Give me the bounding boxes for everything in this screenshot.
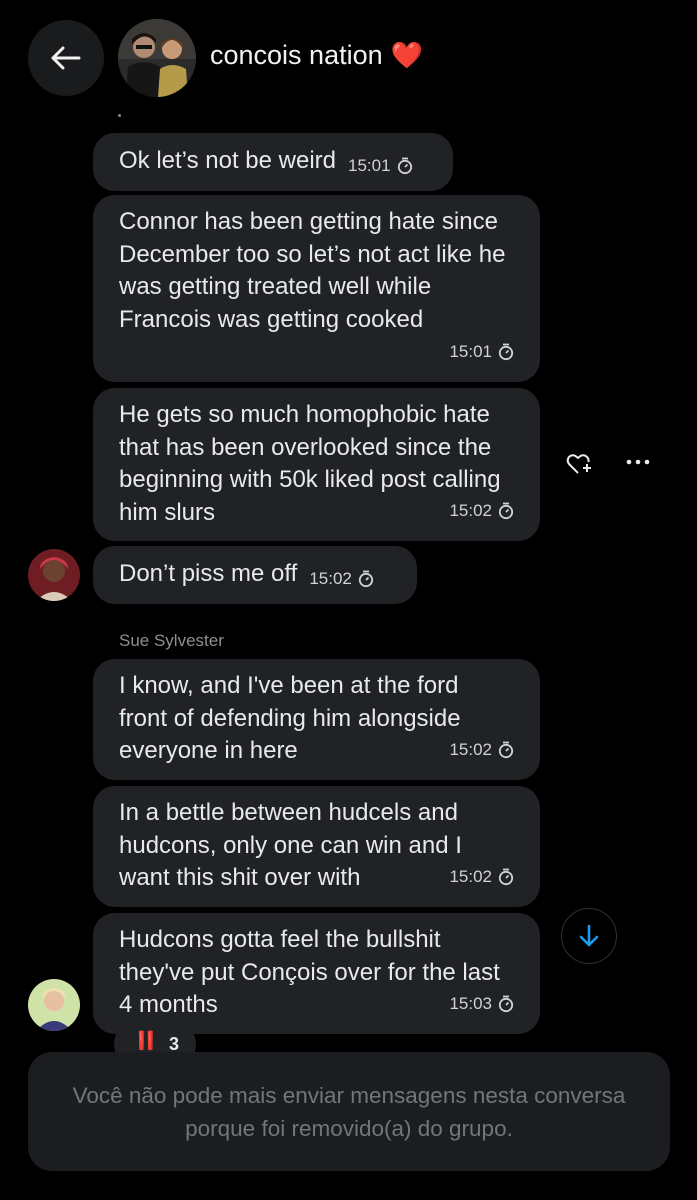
timer-icon [397,157,413,175]
message-bubble[interactable]: Ok let’s not be weird 15:01 [93,133,453,191]
message-time: 15:01 [348,156,391,175]
group-avatar-image [118,19,196,97]
message-meta: 15:01 [449,336,514,369]
sender-name: Sue Sylvester [119,631,224,650]
message-time: 15:02 [449,739,492,759]
sender-avatar-image [28,549,80,601]
message-meta: 15:01 [348,150,413,183]
message-bubble[interactable]: In a bettle between hudcels and hudcons,… [93,786,540,907]
message-time: 15:02 [449,866,492,886]
message-time: 15:02 [309,569,352,588]
message-text: I know, and I've been at the ford front … [119,672,461,764]
sender-avatar[interactable] [28,979,80,1031]
group-title[interactable]: concois nation ❤️ [210,40,423,71]
arrow-down-icon [579,924,599,947]
message-text: Connor has been getting hate since Decem… [119,208,506,333]
timer-icon [498,868,514,886]
sender-avatar[interactable] [28,549,80,601]
timer-icon [498,343,514,361]
message-bubble[interactable]: Hudcons gotta feel the bullshit they've … [93,913,540,1034]
heart-emoji: ❤️ [390,40,423,70]
message-bubble[interactable]: Connor has been getting hate since Decem… [93,195,540,382]
message-bubble[interactable]: Don’t piss me off 15:02 [93,546,417,604]
removed-from-group-notice: Você não pode mais enviar mensagens nest… [28,1052,670,1171]
back-button[interactable] [28,20,104,96]
message-text: In a bettle between hudcels and hudcons,… [119,799,462,891]
message-text: Hudcons gotta feel the bullshit they've … [119,926,500,1018]
timer-icon [498,995,514,1013]
more-options-button[interactable] [626,452,650,477]
message-meta: 15:02 [449,734,514,767]
message-meta: 15:02 [309,563,374,596]
sender-avatar-image [28,979,80,1031]
group-avatar[interactable] [118,19,196,97]
scroll-down-button[interactable] [561,908,617,964]
message-bubble[interactable]: I know, and I've been at the ford front … [93,659,540,780]
message-bubble[interactable]: He gets so much homophobic hate that has… [93,388,540,541]
message-text: Don’t piss me off [119,560,298,587]
message-time: 15:03 [449,993,492,1013]
notice-text: Você não pode mais enviar mensagens nest… [72,1082,626,1141]
message-time: 15:01 [449,341,492,361]
chat-header: concois nation ❤️ [0,0,697,110]
divider-dot [118,114,121,117]
message-text: Ok let’s not be weird [119,147,336,174]
timer-icon [358,570,374,588]
group-title-text: concois nation [210,40,383,70]
heart-plus-icon [566,454,591,474]
timer-icon [498,502,514,520]
message-meta: 15:02 [449,495,514,528]
arrow-left-icon [51,46,81,70]
message-time: 15:02 [449,500,492,520]
timer-icon [498,741,514,759]
more-horizontal-icon [626,459,650,465]
message-meta: 15:02 [449,861,514,894]
message-meta: 15:03 [449,988,514,1021]
react-button[interactable] [566,452,592,481]
